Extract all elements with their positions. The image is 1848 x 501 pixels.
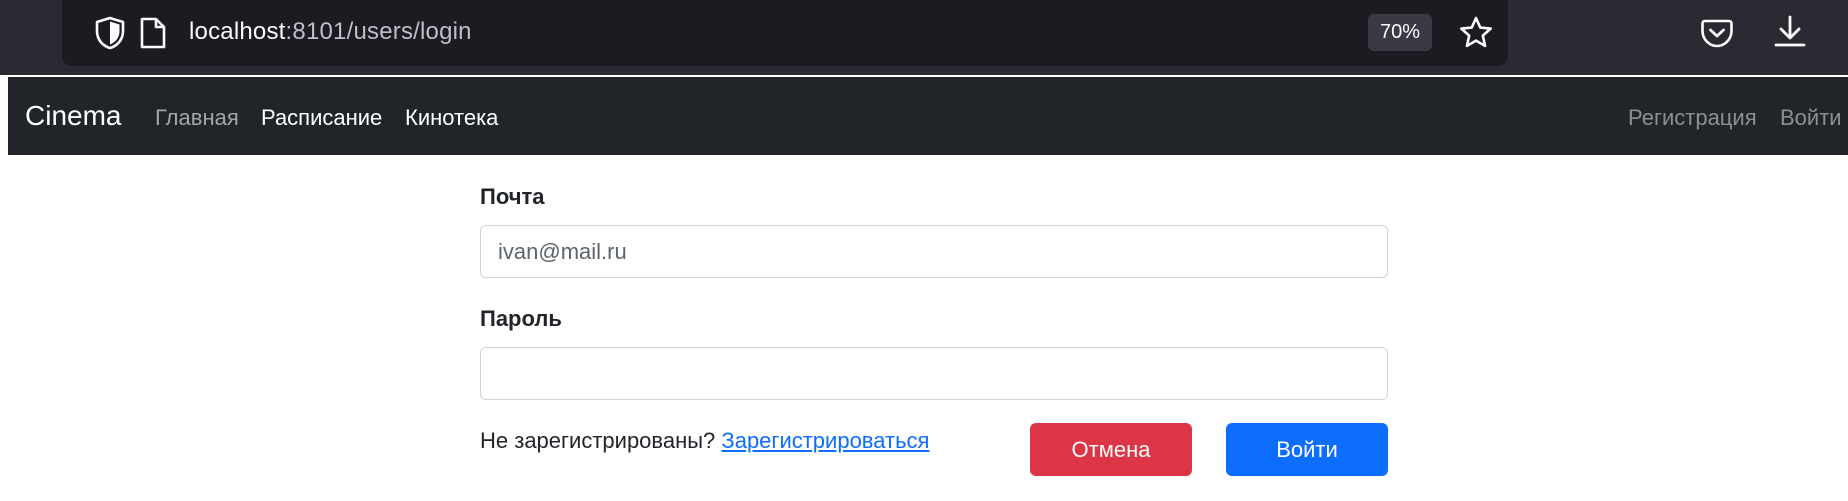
password-field[interactable] (480, 347, 1388, 400)
shield-icon[interactable] (94, 16, 126, 50)
address-bar[interactable]: localhost:8101/users/login 70% (62, 0, 1508, 66)
pocket-icon[interactable] (1700, 16, 1734, 50)
signup-link[interactable]: Зарегистрироваться (721, 428, 929, 453)
site-navbar: Cinema Главная Расписание Кинотека Регис… (8, 77, 1848, 155)
star-icon[interactable] (1458, 15, 1494, 51)
nav-link-schedule[interactable]: Расписание (261, 105, 382, 131)
brand-logo[interactable]: Cinema (25, 100, 121, 132)
url-text[interactable]: localhost:8101/users/login (189, 18, 472, 46)
nav-link-films[interactable]: Кинотека (405, 105, 498, 131)
url-host: localhost (189, 18, 286, 45)
download-icon[interactable] (1772, 14, 1808, 50)
login-button[interactable]: Войти (1226, 423, 1388, 476)
email-placeholder: ivan@mail.ru (498, 239, 627, 264)
cancel-button[interactable]: Отмена (1030, 423, 1192, 476)
nav-link-register[interactable]: Регистрация (1628, 105, 1757, 131)
browser-toolbar: localhost:8101/users/login 70% (0, 0, 1848, 75)
signup-prompt: Не зарегистрированы? (480, 428, 716, 453)
password-label: Пароль (480, 306, 562, 331)
zoom-level-badge[interactable]: 70% (1368, 14, 1432, 51)
nav-link-home[interactable]: Главная (155, 105, 239, 131)
email-field[interactable]: ivan@mail.ru (480, 225, 1388, 278)
email-label: Почта (480, 184, 545, 209)
nav-link-login[interactable]: Войти (1780, 105, 1842, 131)
page-icon[interactable] (138, 16, 168, 50)
signup-prompt-row: Не зарегистрированы? Зарегистрироваться (480, 428, 929, 454)
url-path: :8101/users/login (285, 18, 472, 45)
